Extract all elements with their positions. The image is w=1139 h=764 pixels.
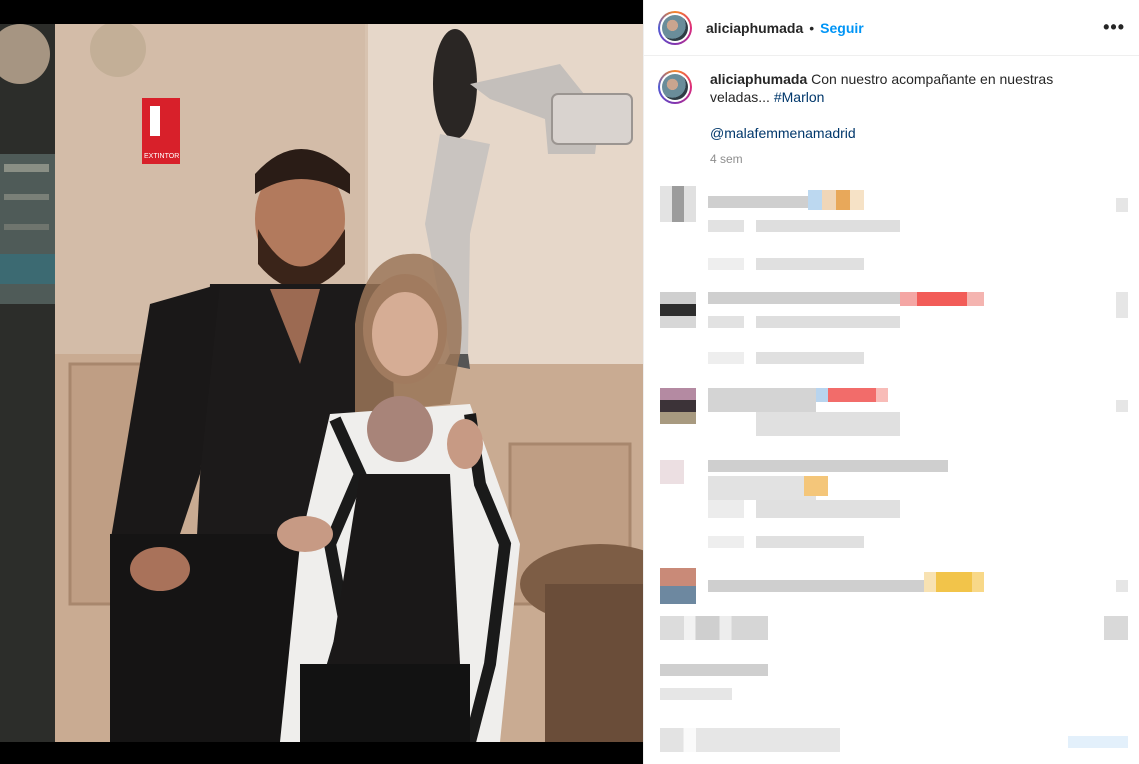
redacted-like-icon[interactable] xyxy=(1116,580,1128,592)
redacted-text xyxy=(708,536,744,548)
post-sidebar: aliciaphumada • Seguir ••• aliciaphumada… xyxy=(643,0,1139,764)
redacted-likes-count xyxy=(660,664,768,676)
redacted-like-icon[interactable] xyxy=(1116,198,1128,212)
post-caption: aliciaphumada Con nuestro acompañante en… xyxy=(644,56,1139,168)
redacted-text xyxy=(756,316,900,328)
redacted-post-button[interactable] xyxy=(1068,736,1128,748)
redacted-text xyxy=(708,316,744,328)
redacted-save-icon[interactable] xyxy=(1104,616,1128,640)
author-username[interactable]: aliciaphumada xyxy=(706,20,803,36)
redacted-avatar xyxy=(660,568,696,604)
post-media[interactable]: EXTINTOR xyxy=(0,0,643,764)
redacted-date xyxy=(660,688,732,700)
instagram-post: EXTINTOR aliciaphumada • Seguir ••• alic… xyxy=(0,0,1139,764)
redacted-username xyxy=(708,580,924,592)
author-avatar[interactable] xyxy=(658,10,692,45)
redacted-avatar xyxy=(660,186,696,222)
post-photo[interactable]: EXTINTOR xyxy=(0,24,643,742)
redacted-text xyxy=(708,500,744,518)
caption-avatar[interactable] xyxy=(658,70,692,104)
redacted-action-icons[interactable] xyxy=(660,616,768,640)
comments-list-redacted xyxy=(644,180,1139,764)
more-options-icon[interactable]: ••• xyxy=(1103,17,1125,38)
avatar-ring xyxy=(660,72,690,102)
extintor-sign-text: EXTINTOR xyxy=(144,153,179,160)
caption-hashtag[interactable]: #Marlon xyxy=(774,89,825,105)
redacted-text xyxy=(756,500,900,518)
redacted-emoji xyxy=(924,572,984,592)
redacted-emoji xyxy=(804,476,828,496)
redacted-avatar xyxy=(660,388,696,424)
post-header: aliciaphumada • Seguir ••• xyxy=(644,0,1139,56)
redacted-like-icon[interactable] xyxy=(1116,400,1128,412)
redacted-text xyxy=(756,536,864,548)
redacted-username xyxy=(708,460,948,472)
redacted-emoji xyxy=(808,190,864,210)
avatar-image xyxy=(662,14,688,41)
redacted-avatar xyxy=(660,292,696,328)
redacted-emoji xyxy=(816,388,888,402)
redacted-like-icon[interactable] xyxy=(1116,292,1128,318)
caption-timestamp: 4 sem xyxy=(710,152,743,166)
redacted-username xyxy=(708,388,816,412)
follow-button[interactable]: Seguir xyxy=(820,20,864,36)
caption-mention[interactable]: @malafemmenamadrid xyxy=(710,125,856,141)
redacted-emoji xyxy=(900,292,984,306)
caption-body: aliciaphumada Con nuestro acompañante en… xyxy=(710,70,1090,168)
redacted-text xyxy=(756,352,864,364)
avatar-image xyxy=(662,74,688,100)
redacted-text xyxy=(756,220,900,232)
redacted-text xyxy=(708,220,744,232)
separator-dot: • xyxy=(809,19,815,36)
redacted-text xyxy=(708,258,744,270)
caption-mention-line: @malafemmenamadrid xyxy=(710,124,1090,142)
redacted-comment-input[interactable] xyxy=(660,728,840,752)
redacted-text xyxy=(756,412,900,436)
redacted-username xyxy=(708,292,900,304)
redacted-text xyxy=(708,476,816,500)
redacted-text xyxy=(708,352,744,364)
redacted-text xyxy=(756,258,864,270)
redacted-username xyxy=(708,196,808,208)
redacted-avatar xyxy=(660,460,684,484)
avatar-ring xyxy=(660,12,690,43)
caption-username[interactable]: aliciaphumada xyxy=(710,71,807,87)
